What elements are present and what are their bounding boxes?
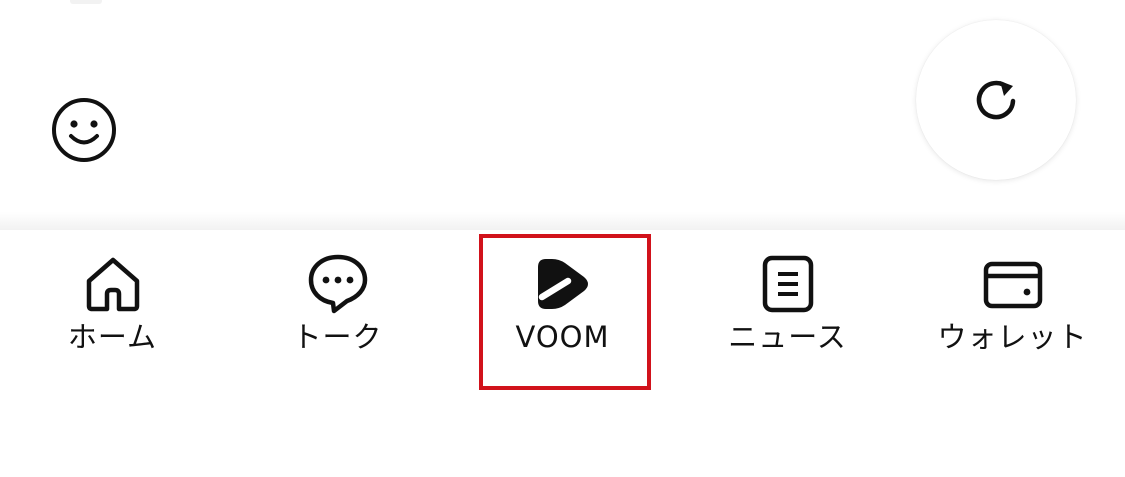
tab-wallet[interactable]: ウォレット xyxy=(900,230,1125,390)
emoji-button[interactable] xyxy=(50,96,118,164)
tab-talk[interactable]: トーク xyxy=(225,230,450,390)
tab-wallet-label: ウォレット xyxy=(937,320,1088,354)
voom-play-icon xyxy=(531,252,595,316)
tab-news[interactable]: ニュース xyxy=(675,230,900,390)
refresh-button[interactable] xyxy=(916,20,1076,180)
tab-talk-label: トーク xyxy=(292,320,383,354)
wallet-icon xyxy=(981,252,1045,316)
tab-news-label: ニュース xyxy=(728,320,847,354)
chat-bubble-icon xyxy=(306,252,370,316)
tab-home[interactable]: ホーム xyxy=(0,230,225,390)
partial-element xyxy=(70,0,102,4)
home-icon xyxy=(81,252,145,316)
news-document-icon xyxy=(756,252,820,316)
content-divider xyxy=(0,212,1125,230)
bottom-tab-bar: ホーム トーク VOOM ニュース ウォレット xyxy=(0,230,1125,477)
refresh-icon xyxy=(976,80,1016,120)
tab-voom[interactable]: VOOM xyxy=(450,230,675,390)
tab-home-label: ホーム xyxy=(67,320,158,354)
line-app-screen: ホーム トーク VOOM ニュース ウォレット xyxy=(0,0,1125,477)
smiley-face-icon xyxy=(52,98,116,162)
tab-voom-label: VOOM xyxy=(515,320,610,354)
